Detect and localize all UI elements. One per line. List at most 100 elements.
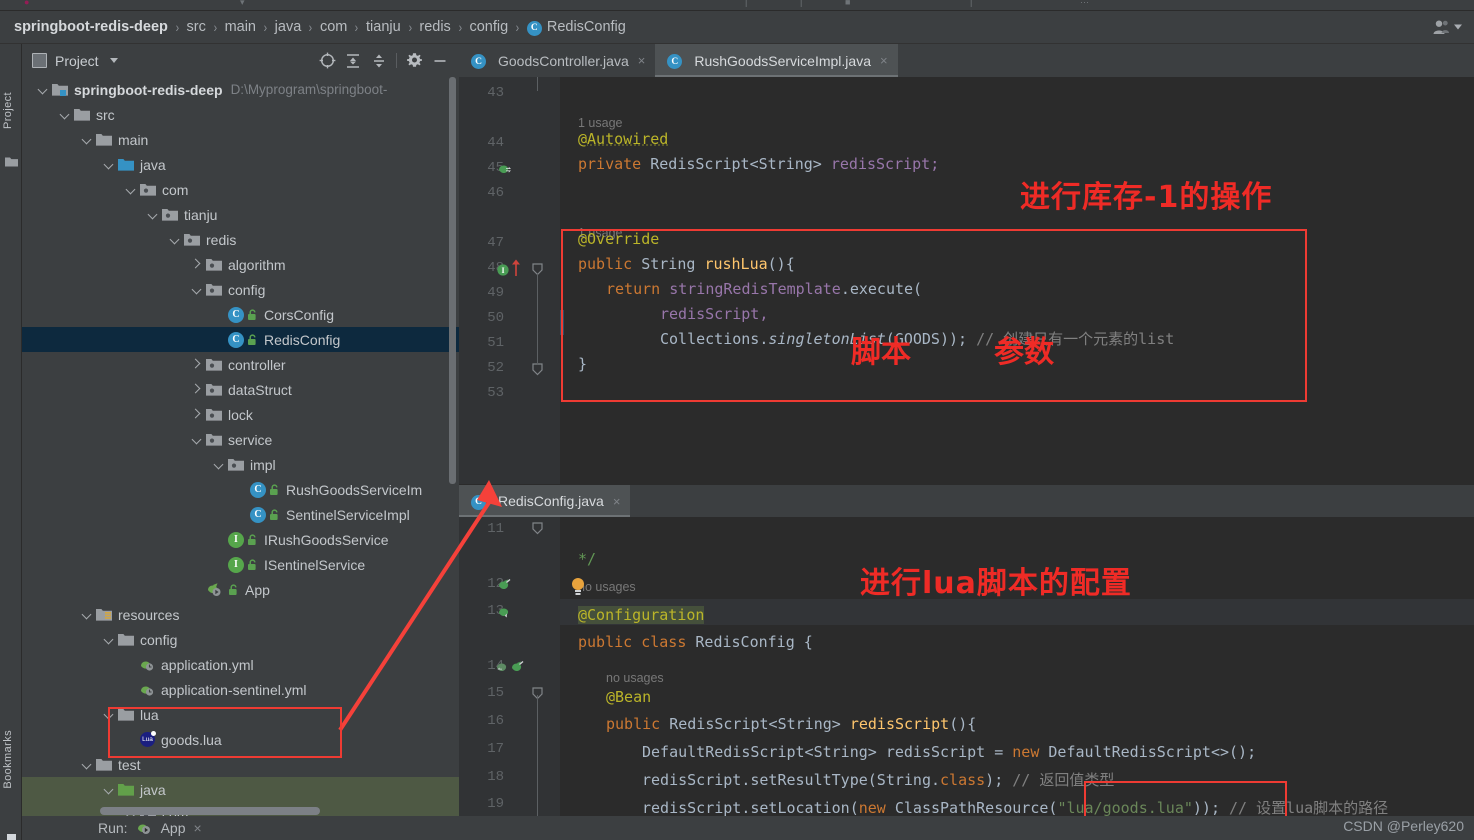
overriding-method-arrow-icon[interactable] — [511, 259, 521, 277]
minimize-icon[interactable] — [427, 48, 453, 74]
close-icon[interactable]: × — [194, 820, 202, 836]
tree-item-impl[interactable]: impl — [22, 452, 459, 477]
spring-bean-gutter-icon[interactable] — [497, 578, 513, 593]
tree-item-irushgoodsservice[interactable]: I IRushGoodsService — [22, 527, 459, 552]
chevron-down-icon[interactable] — [126, 184, 137, 195]
breadcrumb-item-3[interactable]: java — [275, 19, 302, 35]
tree-item-algorithm[interactable]: algorithm — [22, 252, 459, 277]
project-tree[interactable]: springboot-redis-deep D:\Myprogram\spring… — [22, 77, 459, 840]
tree-item-sentinelserviceimpl[interactable]: C SentinelServiceImpl — [22, 502, 459, 527]
intention-bulb-icon[interactable] — [570, 577, 586, 599]
spring-bean-gutter-icon[interactable] — [497, 605, 513, 620]
chevron-down-icon[interactable] — [214, 459, 225, 470]
chevron-down-icon[interactable] — [109, 58, 118, 63]
package-icon — [228, 458, 244, 471]
close-icon[interactable]: × — [638, 53, 646, 68]
chevron-down-icon[interactable] — [104, 159, 115, 170]
fold-guide-line — [537, 77, 538, 91]
tree-item-app[interactable]: App — [22, 577, 459, 602]
tree-item-lua[interactable]: lua — [22, 702, 459, 727]
tool-window-button-bookmarks[interactable]: Bookmarks — [2, 730, 14, 789]
tree-item-controller[interactable]: controller — [22, 352, 459, 377]
code-editor-bottom[interactable]: 11 12 13 14 15 16 17 18 19 20 — [459, 517, 1474, 839]
chevron-right-icon[interactable] — [192, 259, 203, 270]
tree-item-resources[interactable]: resources — [22, 602, 459, 627]
chevron-right-icon[interactable] — [192, 409, 203, 420]
breadcrumb-item-0[interactable]: springboot-redis-deep — [14, 19, 168, 35]
collapse-all-icon[interactable] — [366, 48, 392, 74]
editor-gutter-bottom[interactable]: 11 12 13 14 15 16 17 18 19 20 — [459, 517, 560, 839]
code-content-top[interactable]: 1 usage @Autowired private RedisScript<S… — [560, 77, 1474, 484]
chevron-right-icon[interactable] — [192, 384, 203, 395]
code-editor-top[interactable]: 43 44 45 46 47 48 49 50 51 52 53 I 1 usa… — [459, 77, 1474, 484]
tree-item-test[interactable]: test — [22, 752, 459, 777]
tree-item-lock[interactable]: lock — [22, 402, 459, 427]
tree-item-src[interactable]: src — [22, 102, 459, 127]
package-icon — [184, 233, 200, 246]
fold-collapse-icon[interactable] — [531, 522, 544, 535]
breadcrumb-item-4[interactable]: com — [320, 19, 347, 35]
chevron-down-icon[interactable] — [192, 434, 203, 445]
close-icon[interactable]: × — [613, 494, 621, 509]
implements-gutter-icon[interactable]: I — [497, 263, 511, 277]
expand-all-icon[interactable] — [340, 48, 366, 74]
chevron-right-icon[interactable] — [192, 359, 203, 370]
breadcrumb-item-7[interactable]: config — [469, 19, 508, 35]
svg-text:I: I — [501, 266, 504, 275]
breadcrumb[interactable]: springboot-redis-deep › src › main › jav… — [0, 11, 1474, 44]
chevron-down-icon[interactable] — [60, 109, 71, 120]
breadcrumb-item-2[interactable]: main — [225, 19, 256, 35]
tree-item-redis[interactable]: redis — [22, 227, 459, 252]
tree-item-redisconfig[interactable]: C RedisConfig — [22, 327, 459, 352]
tree-item-goods-lua[interactable]: Lua goods.lua — [22, 727, 459, 752]
editor-gutter-top[interactable]: 43 44 45 46 47 48 49 50 51 52 53 I — [459, 77, 560, 484]
run-tool-window-bar[interactable]: Run: App × — [22, 816, 1474, 840]
breadcrumb-leaf[interactable]: RedisConfig — [547, 19, 626, 35]
chevron-down-icon[interactable] — [38, 84, 49, 95]
project-tree-hscrollbar[interactable] — [100, 807, 320, 815]
tool-window-button-project[interactable]: Project — [2, 92, 14, 129]
editor-tabbar-bottom: C RedisConfig.java × — [459, 484, 1474, 517]
tree-item-java[interactable]: java — [22, 152, 459, 177]
chevron-down-icon[interactable] — [104, 634, 115, 645]
chevron-down-icon[interactable] — [192, 284, 203, 295]
tree-item-java[interactable]: java — [22, 777, 459, 802]
breadcrumb-item-6[interactable]: redis — [419, 19, 450, 35]
breadcrumb-item-5[interactable]: tianju — [366, 19, 401, 35]
chevron-down-icon[interactable] — [148, 209, 159, 220]
chevron-down-icon[interactable] — [82, 609, 93, 620]
run-configuration-name[interactable]: App — [161, 820, 186, 836]
project-tree-scrollbar[interactable] — [449, 77, 456, 484]
chevron-down-icon[interactable] — [82, 759, 93, 770]
tree-item-datastruct[interactable]: dataStruct — [22, 377, 459, 402]
tree-item-application-yml[interactable]: application.yml — [22, 652, 459, 677]
bean-navigate-gutter-icon[interactable] — [495, 660, 510, 675]
tree-item-com[interactable]: com — [22, 177, 459, 202]
chevron-down-icon[interactable] — [170, 234, 181, 245]
editor-tab-goodscontroller[interactable]: C GoodsController.java × — [459, 44, 655, 77]
tree-item-application-sentinel-yml[interactable]: application-sentinel.yml — [22, 677, 459, 702]
tree-item-config[interactable]: config — [22, 277, 459, 302]
tree-item-rushgoodsserviceim[interactable]: C RushGoodsServiceIm — [22, 477, 459, 502]
gear-icon[interactable] — [401, 48, 427, 74]
tree-item-service[interactable]: service — [22, 427, 459, 452]
code-string-literal: "lua/goods.lua" — [1057, 799, 1193, 817]
breadcrumb-item-1[interactable]: src — [187, 19, 206, 35]
tree-item-config[interactable]: config — [22, 627, 459, 652]
spring-bean-gutter-icon[interactable] — [510, 660, 526, 675]
bean-gutter-icon[interactable] — [497, 163, 513, 177]
user-account-button[interactable] — [1433, 20, 1462, 35]
locate-icon[interactable] — [314, 48, 340, 74]
editor-tab-redisconfig[interactable]: C RedisConfig.java × — [459, 485, 631, 517]
editor-tab-rushgoodsserviceimpl[interactable]: C RushGoodsServiceImpl.java × — [655, 44, 898, 77]
tree-item-springboot-redis-deep[interactable]: springboot-redis-deep D:\Myprogram\spring… — [22, 77, 459, 102]
code-token: redisScript.setResultType(String. — [642, 771, 941, 789]
close-icon[interactable]: × — [880, 53, 888, 68]
tree-item-corsconfig[interactable]: C CorsConfig — [22, 302, 459, 327]
tree-item-isentinelservice[interactable]: I ISentinelService — [22, 552, 459, 577]
tree-item-main[interactable]: main — [22, 127, 459, 152]
chevron-down-icon[interactable] — [104, 784, 115, 795]
chevron-down-icon[interactable] — [104, 709, 115, 720]
chevron-down-icon[interactable] — [82, 134, 93, 145]
tree-item-tianju[interactable]: tianju — [22, 202, 459, 227]
